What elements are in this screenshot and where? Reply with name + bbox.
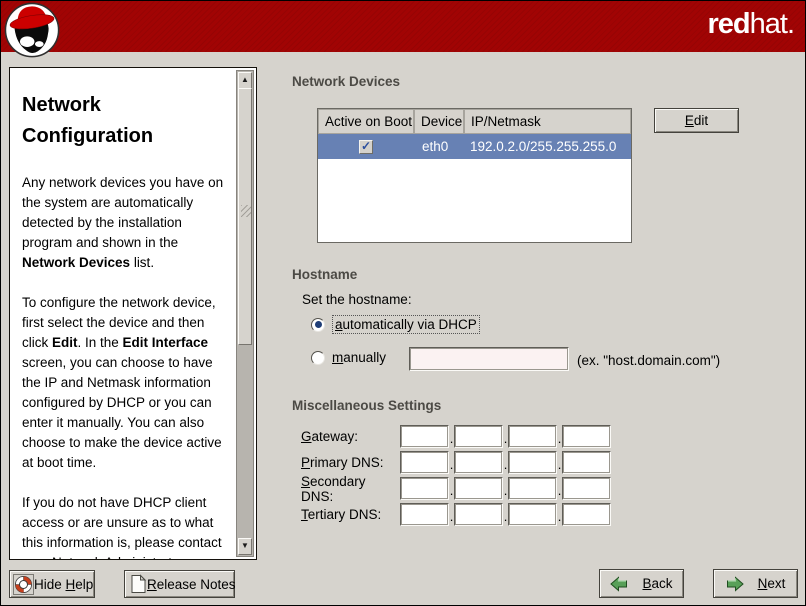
hostname-input[interactable] — [409, 347, 569, 371]
manual-mnemonic: m — [332, 350, 343, 365]
help-content: Network Configuration Any network device… — [22, 70, 229, 559]
next-button[interactable]: Next — [713, 569, 798, 598]
help-paragraph-2: To configure the network device, first s… — [22, 293, 229, 473]
hostname-auto-radio-row[interactable]: automatically via DHCP — [311, 315, 480, 334]
column-header-active-on-boot[interactable]: Active on Boot — [318, 109, 414, 134]
network-devices-section-label: Network Devices — [292, 74, 400, 89]
auto-mnemonic: a — [335, 317, 343, 332]
scroll-up-icon[interactable]: ▲ — [238, 72, 252, 89]
network-devices-table: Active on Boot Device IP/Netmask ✓ eth0 … — [317, 108, 632, 243]
release-notes-label: Release Notes — [147, 577, 236, 592]
edit-button[interactable]: Edit — [654, 108, 739, 133]
gateway-octet-3[interactable] — [508, 425, 557, 448]
set-hostname-prompt: Set the hostname: — [302, 292, 412, 307]
document-icon — [130, 574, 147, 594]
table-header-row: Active on Boot Device IP/Netmask — [318, 109, 631, 134]
help-scrollbar[interactable]: ▲ ▼ — [236, 70, 254, 557]
hide-help-label: Hide Help — [34, 577, 93, 592]
back-label: Back — [642, 576, 672, 591]
gateway-mnemonic: G — [301, 429, 312, 444]
ip-netmask-cell: 192.0.2.0/255.255.255.0 — [464, 139, 631, 154]
edit-button-label: dit — [694, 113, 708, 128]
secondary-dns-mnemonic: S — [301, 474, 310, 489]
gateway-label: Gateway: — [301, 429, 400, 444]
help-text-bold: Network Devices — [22, 255, 130, 270]
hostname-manual-radio-row[interactable]: manually — [311, 350, 386, 365]
help-text-bold: Edit — [52, 335, 78, 350]
next-arrow-icon — [726, 576, 744, 592]
secondary-dns-octet-3[interactable] — [508, 477, 557, 500]
tertiary-dns-label-text: ertiary DNS: — [308, 507, 382, 522]
help-text-bold: Edit Interface — [123, 335, 209, 350]
help-title: Network Configuration — [22, 90, 229, 152]
wordmark-light: hat. — [750, 8, 794, 40]
help-paragraph-3: If you do not have DHCP client access or… — [22, 493, 229, 559]
device-cell: eth0 — [414, 139, 464, 154]
secondary-dns-row: Secondary DNS: . . . — [301, 477, 611, 500]
hostname-auto-label[interactable]: automatically via DHCP — [332, 315, 480, 334]
scrollbar-grip — [241, 205, 251, 217]
secondary-dns-octet-2[interactable] — [454, 477, 503, 500]
brand-bar — [1, 1, 805, 52]
radio-selected-icon[interactable] — [311, 318, 325, 332]
tertiary-dns-row: Tertiary DNS: . . . — [301, 503, 611, 526]
help-text: . In the — [78, 335, 123, 350]
gateway-octet-1[interactable] — [400, 425, 449, 448]
primary-dns-octet-1[interactable] — [400, 451, 449, 474]
secondary-dns-octet-1[interactable] — [400, 477, 449, 500]
tertiary-dns-octet-2[interactable] — [454, 503, 503, 526]
tertiary-dns-label: Tertiary DNS: — [301, 507, 400, 522]
misc-settings-section-label: Miscellaneous Settings — [292, 398, 441, 413]
gateway-octet-2[interactable] — [454, 425, 503, 448]
active-on-boot-cell: ✓ — [318, 140, 414, 154]
help-text: Any network devices you have on the syst… — [22, 175, 223, 250]
primary-dns-label: Primary DNS: — [301, 455, 400, 470]
wordmark-bold: red — [707, 8, 749, 40]
help-panel: Network Configuration Any network device… — [9, 67, 257, 560]
primary-dns-mnemonic: P — [301, 455, 310, 470]
release-notes-button[interactable]: Release Notes — [124, 570, 235, 598]
hostname-example-text: (ex. "host.domain.com") — [577, 353, 720, 368]
tertiary-dns-octet-3[interactable] — [508, 503, 557, 526]
hostname-manual-label[interactable]: manually — [332, 350, 386, 365]
radio-unselected-icon[interactable] — [311, 351, 325, 365]
auto-label-text: utomatically via DHCP — [343, 317, 477, 332]
gateway-row: Gateway: . . . — [301, 425, 611, 448]
column-header-ip-netmask[interactable]: IP/Netmask — [464, 109, 631, 134]
redhat-shadowman-icon — [4, 2, 62, 60]
scroll-down-icon[interactable]: ▼ — [238, 538, 252, 555]
edit-button-mnemonic: E — [685, 113, 694, 128]
secondary-dns-label: Secondary DNS: — [301, 474, 400, 504]
gateway-octet-4[interactable] — [562, 425, 611, 448]
tertiary-dns-octet-1[interactable] — [400, 503, 449, 526]
hide-help-button[interactable]: Hide Help — [9, 570, 95, 598]
next-label: Next — [758, 576, 786, 591]
primary-dns-octet-4[interactable] — [562, 451, 611, 474]
tertiary-dns-mnemonic: T — [301, 507, 308, 522]
back-button[interactable]: Back — [599, 569, 684, 598]
table-row[interactable]: ✓ eth0 192.0.2.0/255.255.255.0 — [318, 134, 631, 159]
help-text: list. — [130, 255, 154, 270]
secondary-dns-label-text: econdary DNS: — [301, 474, 366, 504]
help-text: screen, you can choose to have the IP an… — [22, 355, 222, 470]
primary-dns-row: Primary DNS: . . . — [301, 451, 611, 474]
column-header-device[interactable]: Device — [414, 109, 464, 134]
scrollbar-thumb[interactable] — [238, 88, 252, 345]
primary-dns-label-text: rimary DNS: — [310, 455, 384, 470]
gateway-label-text: ateway: — [312, 429, 359, 444]
manual-label-text: anually — [343, 350, 386, 365]
redhat-wordmark: redhat. — [707, 8, 794, 41]
hostname-section-label: Hostname — [292, 267, 357, 282]
secondary-dns-octet-4[interactable] — [562, 477, 611, 500]
primary-dns-octet-2[interactable] — [454, 451, 503, 474]
life-preserver-icon — [13, 574, 34, 595]
tertiary-dns-octet-4[interactable] — [562, 503, 611, 526]
help-paragraph-1: Any network devices you have on the syst… — [22, 173, 229, 273]
back-arrow-icon — [610, 576, 628, 592]
active-on-boot-checkbox[interactable]: ✓ — [359, 140, 373, 154]
primary-dns-octet-3[interactable] — [508, 451, 557, 474]
installer-window: redhat. Network Configuration Any networ… — [0, 0, 806, 606]
